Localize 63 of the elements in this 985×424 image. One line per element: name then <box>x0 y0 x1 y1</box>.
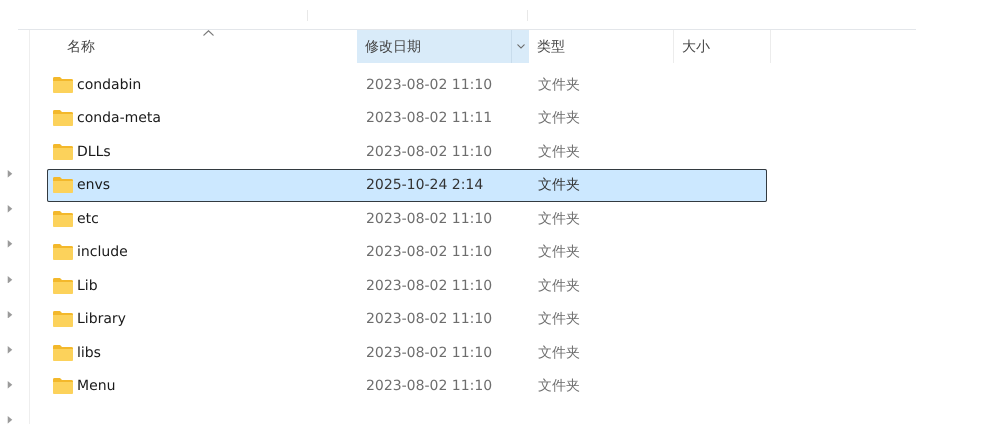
file-type: 文件夹 <box>537 344 581 362</box>
file-type: 文件夹 <box>537 243 581 262</box>
expand-arrow-icon[interactable] <box>6 276 12 284</box>
folder-icon <box>53 344 73 361</box>
modified-date: 2023-08-02 11:10 <box>365 311 494 328</box>
file-name: include <box>77 244 128 260</box>
folder-icon <box>53 76 73 93</box>
column-header[interactable]: 类型 <box>529 30 674 63</box>
modified-date: 2023-08-02 11:10 <box>365 378 494 394</box>
modified-date: 2023-08-02 11:10 <box>365 76 494 93</box>
folder-icon <box>53 210 73 227</box>
file-type: 文件夹 <box>537 109 581 128</box>
file-type: 文件夹 <box>537 276 581 295</box>
file-type: 文件夹 <box>537 377 581 396</box>
file-row[interactable]: envs 2025-10-24 2:14 文件夹 <box>47 168 767 202</box>
folder-icon <box>53 278 73 294</box>
chevron-down-icon <box>516 44 524 49</box>
folder-icon <box>53 378 73 394</box>
file-type: 文件夹 <box>537 76 581 94</box>
file-type: 文件夹 <box>537 176 581 194</box>
modified-date: 2023-08-02 11:10 <box>365 344 494 361</box>
file-row[interactable]: Library 2023-08-02 11:10 文件夹 <box>47 302 767 336</box>
modified-date: 2023-08-02 11:10 <box>365 144 494 160</box>
file-name: libs <box>77 344 101 361</box>
file-row[interactable]: Menu 2023-08-02 11:10 文件夹 <box>47 370 767 403</box>
folder-icon <box>53 177 73 194</box>
expand-arrow-icon[interactable] <box>6 170 12 178</box>
modified-date: 2023-08-02 11:10 <box>365 244 494 260</box>
column-header[interactable]: 名称 <box>47 30 357 63</box>
file-name: Menu <box>77 378 116 394</box>
folder-icon <box>53 311 73 328</box>
folder-icon <box>53 144 73 160</box>
file-name: etc <box>77 210 99 227</box>
folder-icon <box>53 110 73 126</box>
file-row[interactable]: conda-meta 2023-08-02 11:11 文件夹 <box>47 102 767 135</box>
folder-icon <box>53 244 73 260</box>
file-row[interactable]: Lib 2023-08-02 11:10 文件夹 <box>47 269 767 302</box>
file-row[interactable]: condabin 2023-08-02 11:10 文件夹 <box>47 68 767 102</box>
expand-arrow-icon[interactable] <box>6 346 12 354</box>
modified-date: 2025-10-24 2:14 <box>365 177 484 194</box>
expand-arrow-icon[interactable] <box>6 416 12 424</box>
file-type: 文件夹 <box>537 310 581 328</box>
expand-arrow-icon[interactable] <box>6 310 12 318</box>
file-type: 文件夹 <box>537 142 581 161</box>
file-name: envs <box>77 177 110 194</box>
file-name: DLLs <box>77 144 111 160</box>
file-name: conda-meta <box>77 110 161 126</box>
column-header[interactable]: 大小 <box>674 30 771 63</box>
modified-date: 2023-08-02 11:10 <box>365 210 494 227</box>
file-row[interactable]: include 2023-08-02 11:10 文件夹 <box>47 236 767 269</box>
expand-arrow-icon[interactable] <box>6 205 12 213</box>
file-name: Lib <box>77 278 98 294</box>
file-row[interactable]: DLLs 2023-08-02 11:10 文件夹 <box>47 135 767 168</box>
expand-arrow-icon[interactable] <box>6 381 12 389</box>
file-row[interactable]: libs 2023-08-02 11:10 文件夹 <box>47 336 767 370</box>
column-header[interactable]: 修改日期 <box>357 30 529 63</box>
file-row[interactable]: etc 2023-08-02 11:10 文件夹 <box>47 202 767 236</box>
file-name: condabin <box>77 76 142 93</box>
expand-arrow-icon[interactable] <box>6 240 12 248</box>
modified-date: 2023-08-02 11:11 <box>365 110 494 126</box>
file-name: Library <box>77 311 126 328</box>
file-type: 文件夹 <box>537 210 581 228</box>
modified-date: 2023-08-02 11:10 <box>365 278 494 294</box>
